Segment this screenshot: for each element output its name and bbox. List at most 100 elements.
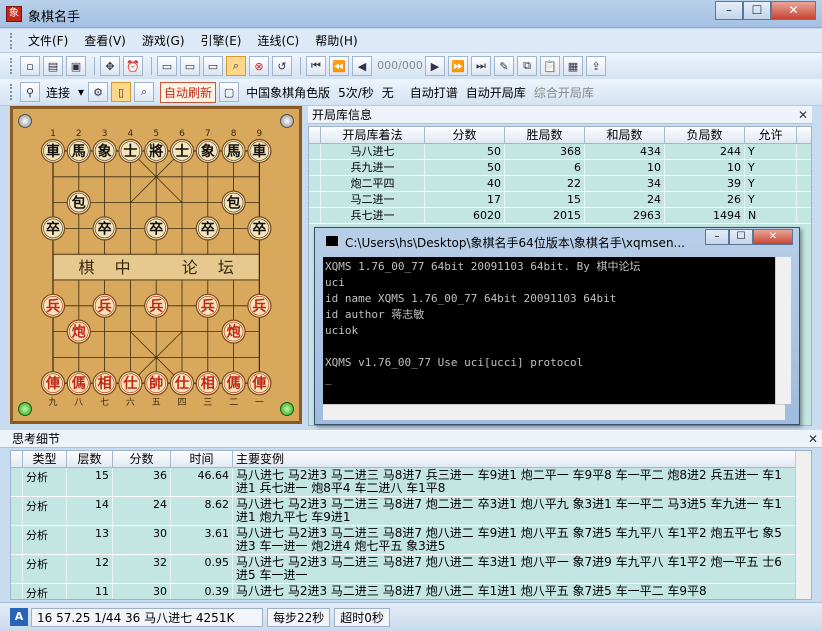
red-piece[interactable]: 仕: [118, 371, 143, 396]
image-icon[interactable]: ▦: [563, 56, 583, 76]
row-selector[interactable]: [11, 526, 23, 554]
last-move-icon[interactable]: ⏭: [471, 56, 491, 76]
row-selector[interactable]: [11, 497, 23, 525]
engine-icon[interactable]: ⚙: [88, 82, 109, 102]
minimize-button[interactable]: –: [715, 1, 743, 20]
red-piece[interactable]: 仕: [169, 371, 195, 396]
export-icon[interactable]: ⇪: [586, 56, 606, 76]
next-move-icon[interactable]: ▶: [425, 56, 445, 76]
row-selector[interactable]: [11, 468, 23, 496]
table-row[interactable]: 分析 14 24 8.62 马八进七 马2进3 马二进三 马8进7 炮二进二 卒3进1 …: [11, 497, 811, 526]
auto-refresh-button[interactable]: 自动刷新: [160, 81, 217, 103]
search-icon[interactable]: ⌕: [226, 56, 246, 76]
red-piece[interactable]: 帥: [144, 371, 169, 396]
analysis-table[interactable]: 类型 层数 分数 时间 主要变例 分析 15 36 46.64 马八进七 马2进3 马二…: [10, 450, 812, 600]
console-minimize-button[interactable]: –: [705, 229, 729, 245]
rate-label[interactable]: 5次/秒: [334, 84, 378, 101]
rewind-icon[interactable]: ⏪: [329, 56, 349, 76]
black-piece[interactable]: 馬: [66, 138, 91, 164]
first-move-icon[interactable]: ⏮: [306, 56, 326, 76]
table-row[interactable]: 马八进七 50 368 434 244 Y: [309, 144, 811, 160]
red-piece[interactable]: 兵: [195, 293, 220, 318]
black-piece[interactable]: 卒: [195, 216, 220, 241]
console-output[interactable]: XQMS 1.76_00_77 64bit 20091103 64bit. By…: [323, 257, 785, 404]
black-piece[interactable]: 包: [66, 190, 91, 215]
black-piece[interactable]: 馬: [221, 138, 246, 164]
paste-icon[interactable]: 📋: [540, 56, 560, 76]
table-row[interactable]: 分析 13 30 3.61 马八进七 马2进3 马二进三 马8进7 炮八进二 车9进1 …: [11, 526, 811, 555]
undo-icon[interactable]: ↺: [272, 56, 292, 76]
connect-icon[interactable]: ⚲: [20, 82, 40, 102]
black-piece[interactable]: 士: [169, 138, 195, 164]
red-piece[interactable]: 兵: [247, 293, 272, 318]
table-row[interactable]: 兵七进一 6020 2015 2963 1494 N: [309, 208, 811, 224]
black-piece[interactable]: 卒: [92, 216, 117, 241]
board-svg[interactable]: 棋中论坛1 2 3 4 5 6 7 8 9九八七六五四三二一車馬象士將士象馬車包 包卒卒卒卒卒兵兵…: [13, 109, 299, 421]
row-selector[interactable]: [309, 208, 321, 223]
menu-engine[interactable]: 引擎(E): [193, 32, 250, 49]
table-row[interactable]: 分析 15 36 46.64 马八进七 马2进3 马二进三 马8进7 兵三进一 车9进1…: [11, 468, 811, 497]
table-row[interactable]: 分析 11 30 0.39 马八进七 马2进3 马二进三 马8进7 炮八进二 车1进1 …: [11, 584, 811, 599]
table-row[interactable]: 马二进一 17 15 24 26 Y: [309, 192, 811, 208]
col-allowed[interactable]: 允许: [745, 127, 797, 143]
col-score[interactable]: 分数: [113, 451, 171, 467]
red-piece[interactable]: 相: [92, 371, 117, 396]
black-piece[interactable]: 象: [195, 138, 220, 164]
menu-file[interactable]: 文件(F): [20, 32, 76, 49]
col-draws[interactable]: 和局数: [585, 127, 665, 143]
row-selector[interactable]: [309, 176, 321, 191]
analysis-vertical-scrollbar[interactable]: [795, 451, 811, 599]
dark-monitor-icon[interactable]: ▭: [203, 56, 223, 76]
row-selector[interactable]: [309, 144, 321, 159]
console-horizontal-scrollbar[interactable]: [323, 404, 785, 420]
red-piece[interactable]: 炮: [66, 319, 91, 344]
auto-play-button[interactable]: 自动打谱: [406, 84, 462, 101]
table-row[interactable]: 兵九进一 50 6 10 10 Y: [309, 160, 811, 176]
copy-icon[interactable]: ⧉: [517, 56, 537, 76]
red-piece[interactable]: 炮: [221, 319, 246, 344]
menu-game[interactable]: 游戏(G): [134, 32, 193, 49]
console-maximize-button[interactable]: ☐: [729, 229, 753, 245]
page-icon[interactable]: ▢: [219, 82, 240, 102]
black-piece[interactable]: 卒: [247, 216, 272, 241]
close-icon[interactable]: ✕: [798, 106, 808, 124]
red-piece[interactable]: 俥: [247, 371, 272, 396]
row-selector[interactable]: [309, 160, 321, 175]
col-losses[interactable]: 负局数: [665, 127, 745, 143]
red-piece[interactable]: 傌: [221, 371, 246, 396]
console-close-button[interactable]: ✕: [753, 229, 793, 245]
tools-icon[interactable]: ✎: [494, 56, 514, 76]
table-row[interactable]: 炮二平四 40 22 34 39 Y: [309, 176, 811, 192]
menu-view[interactable]: 查看(V): [76, 32, 134, 49]
chevron-down-icon[interactable]: ▾: [74, 85, 88, 99]
col-type[interactable]: 类型: [23, 451, 67, 467]
edition-label[interactable]: 中国象棋角色版: [242, 84, 334, 101]
black-piece[interactable]: 卒: [40, 216, 66, 241]
black-piece[interactable]: 象: [92, 138, 117, 164]
black-piece[interactable]: 包: [221, 190, 246, 215]
black-piece[interactable]: 將: [144, 138, 169, 164]
maximize-button[interactable]: ☐: [743, 1, 771, 20]
row-selector[interactable]: [309, 192, 321, 207]
col-pv[interactable]: 主要变例: [233, 451, 797, 467]
monitor-icon[interactable]: ▭: [157, 56, 177, 76]
black-piece[interactable]: 士: [118, 138, 143, 164]
close-icon[interactable]: ✕: [808, 430, 818, 448]
fast-forward-icon[interactable]: ⏩: [448, 56, 468, 76]
table-row[interactable]: 分析 12 32 0.95 马八进七 马2进3 马二进三 马8进7 炮八进二 车3进1 …: [11, 555, 811, 584]
none-label[interactable]: 无: [378, 84, 398, 101]
red-piece[interactable]: 兵: [40, 293, 66, 318]
menu-connect[interactable]: 连线(C): [249, 32, 307, 49]
menu-help[interactable]: 帮助(H): [307, 32, 365, 49]
auto-opening-book-button[interactable]: 自动开局库: [462, 84, 530, 101]
alarm-clock-icon[interactable]: ⏰: [123, 56, 143, 76]
red-piece[interactable]: 兵: [144, 293, 169, 318]
connect-dropdown[interactable]: 连接: [42, 84, 74, 101]
magnify-icon[interactable]: ⌕: [134, 82, 155, 102]
stop-icon[interactable]: ⊗: [249, 56, 269, 76]
engine-console-window[interactable]: C:\Users\hs\Desktop\象棋名手64位版本\象棋名手\xqmse…: [314, 227, 800, 425]
flip-board-icon[interactable]: ✥: [100, 56, 120, 76]
chess-board[interactable]: 棋中论坛123456789九八七六五四三二一車馬象士將士象馬車包包卒卒卒卒卒兵兵…: [10, 106, 302, 424]
black-piece[interactable]: 卒: [144, 216, 169, 241]
red-piece[interactable]: 兵: [92, 293, 117, 318]
